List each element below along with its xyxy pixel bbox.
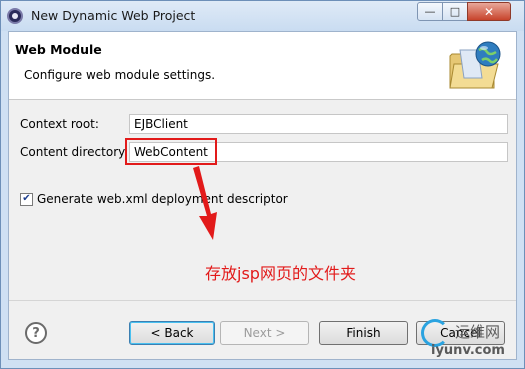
dialog-window: New Dynamic Web Project — □ ✕ Web Module…: [0, 0, 525, 369]
generate-descriptor-checkbox[interactable]: ✔: [20, 192, 33, 206]
window-title: New Dynamic Web Project: [31, 8, 196, 23]
generate-descriptor-option[interactable]: ✔ Generate web.xml deployment descriptor: [20, 192, 288, 206]
context-root-input[interactable]: EJBClient: [129, 114, 508, 134]
help-icon[interactable]: ?: [25, 322, 47, 344]
close-button[interactable]: ✕: [467, 2, 511, 21]
context-root-label: Context root:: [20, 117, 99, 131]
close-icon: ✕: [483, 4, 495, 19]
footer-divider: [9, 300, 516, 301]
content-directory-label: Content directory:: [20, 145, 129, 159]
back-button[interactable]: < Back: [129, 321, 215, 345]
checkmark-icon: ✔: [22, 193, 31, 204]
eclipse-icon: [7, 8, 23, 24]
minimize-icon: —: [424, 5, 436, 18]
watermark-url: iyunv.com: [431, 343, 505, 358]
annotation-text: 存放jsp网页的文件夹: [205, 264, 356, 283]
maximize-button[interactable]: □: [442, 2, 468, 21]
next-button: Next >: [220, 321, 309, 345]
minimize-button[interactable]: —: [417, 2, 443, 21]
wizard-banner: Web Module Configure web module settings…: [9, 32, 516, 100]
help-glyph: ?: [32, 325, 40, 341]
finish-button[interactable]: Finish: [319, 321, 408, 345]
annotation-highlight-box: [125, 138, 217, 165]
folder-globe-icon: [449, 41, 501, 89]
dialog-client-area: Web Module Configure web module settings…: [8, 31, 517, 360]
watermark-logo: 运维网 iyunv.com: [421, 319, 517, 359]
maximize-icon: □: [449, 5, 461, 18]
generate-descriptor-label: Generate web.xml deployment descriptor: [37, 192, 288, 206]
page-subtitle: Configure web module settings.: [24, 68, 216, 82]
page-title: Web Module: [15, 42, 102, 57]
annotation-arrow-icon: [193, 166, 217, 240]
watermark-cn-text: 运维网: [455, 323, 501, 341]
title-bar[interactable]: New Dynamic Web Project — □ ✕: [1, 1, 524, 31]
